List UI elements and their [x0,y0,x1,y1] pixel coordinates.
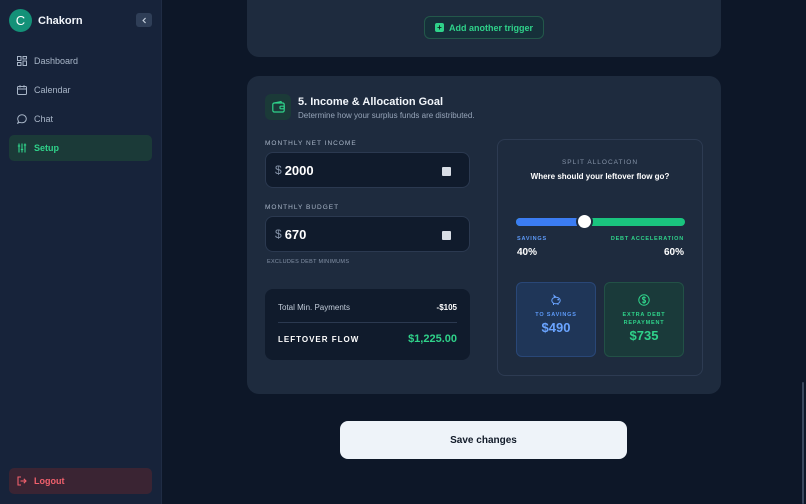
extra-debt-label-line2: REPAYMENT [623,320,665,326]
to-savings-box: TO SAVINGS $490 [516,282,596,357]
budget-label: MONTHLY BUDGET [265,204,340,211]
allocation-slider[interactable] [516,213,685,230]
wallet-icon [265,94,291,120]
grid-icon [17,56,27,66]
dollar-circle-icon [638,294,650,306]
logout-button[interactable]: Logout [9,468,152,494]
income-label: MONTHLY NET INCOME [265,140,357,147]
piggy-bank-icon [550,294,562,306]
split-allocation-panel: SPLIT ALLOCATION Where should your lefto… [497,139,703,376]
flow-summary: Total Min. Payments -$105 LEFTOVER FLOW … [265,289,470,360]
extra-debt-label: EXTRA DEBT REPAYMENT [623,311,666,327]
sidebar-item-label: Calendar [34,85,71,95]
spinner-icon[interactable] [442,231,451,240]
avatar: C [9,9,32,32]
currency-symbol: $ [275,227,282,241]
chevron-left-icon [141,17,148,24]
slider-handle[interactable] [575,213,593,230]
min-payments-value: -$105 [436,303,457,312]
split-title: SPLIT ALLOCATION [561,159,639,166]
calendar-icon [17,85,27,95]
logout-icon [17,476,27,486]
min-payments-label: Total Min. Payments [278,303,351,312]
savings-label: SAVINGS [517,236,547,242]
debt-acceleration-percent: 60% [663,247,684,258]
slider-savings-fill [516,218,584,226]
income-input[interactable]: $ 2000 [265,152,470,188]
sidebar-item-setup[interactable]: Setup [9,135,152,161]
extra-debt-value: $735 [629,328,659,343]
sidebar-item-chat[interactable]: Chat [9,106,152,132]
sidebar-item-label: Setup [34,143,60,153]
extra-debt-label-line1: EXTRA DEBT [622,312,666,318]
scrollbar[interactable] [802,382,804,504]
section-subtitle: Determine how your surplus funds are dis… [298,111,475,120]
budget-hint: EXCLUDES DEBT MINIMUMS [267,259,350,265]
sliders-icon [17,143,27,153]
income-value: 2000 [284,162,314,178]
divider [278,322,457,323]
chat-bubble-icon [17,114,27,124]
extra-debt-box: EXTRA DEBT REPAYMENT $735 [604,282,684,357]
brand[interactable]: C Chakorn [9,9,83,32]
add-trigger-button[interactable]: + Add another trigger [424,16,544,39]
budget-value: 670 [284,226,307,242]
add-trigger-label: Add another trigger [448,22,533,33]
sidebar-nav: Dashboard Calendar Chat Setup [9,48,152,164]
leftover-label: LEFTOVER FLOW [278,335,360,344]
sidebar-item-label: Chat [34,114,54,124]
currency-symbol: $ [275,163,282,177]
leftover-value: $1,225.00 [408,333,457,345]
sidebar-item-dashboard[interactable]: Dashboard [9,48,152,74]
section-title: 5. Income & Allocation Goal [298,96,444,108]
debt-acceleration-label: DEBT ACCELERATION [610,236,684,242]
sidebar: C Chakorn Dashboard Calendar Chat Setup … [0,0,162,504]
split-question: Where should your leftover flow go? [530,172,670,181]
spinner-icon[interactable] [442,167,451,176]
budget-input[interactable]: $ 670 [265,216,470,252]
income-allocation-card: 5. Income & Allocation Goal Determine ho… [247,76,721,394]
app-name: Chakorn [38,14,83,27]
to-savings-value: $490 [541,320,571,335]
logout-label: Logout [34,476,65,486]
to-savings-label: TO SAVINGS [535,312,577,318]
sidebar-item-calendar[interactable]: Calendar [9,77,152,103]
save-changes-button[interactable]: Save changes [340,421,627,459]
sidebar-item-label: Dashboard [34,56,79,66]
plus-icon: + [434,23,444,32]
collapse-sidebar-button[interactable] [136,13,152,27]
savings-percent: 40% [517,247,538,258]
